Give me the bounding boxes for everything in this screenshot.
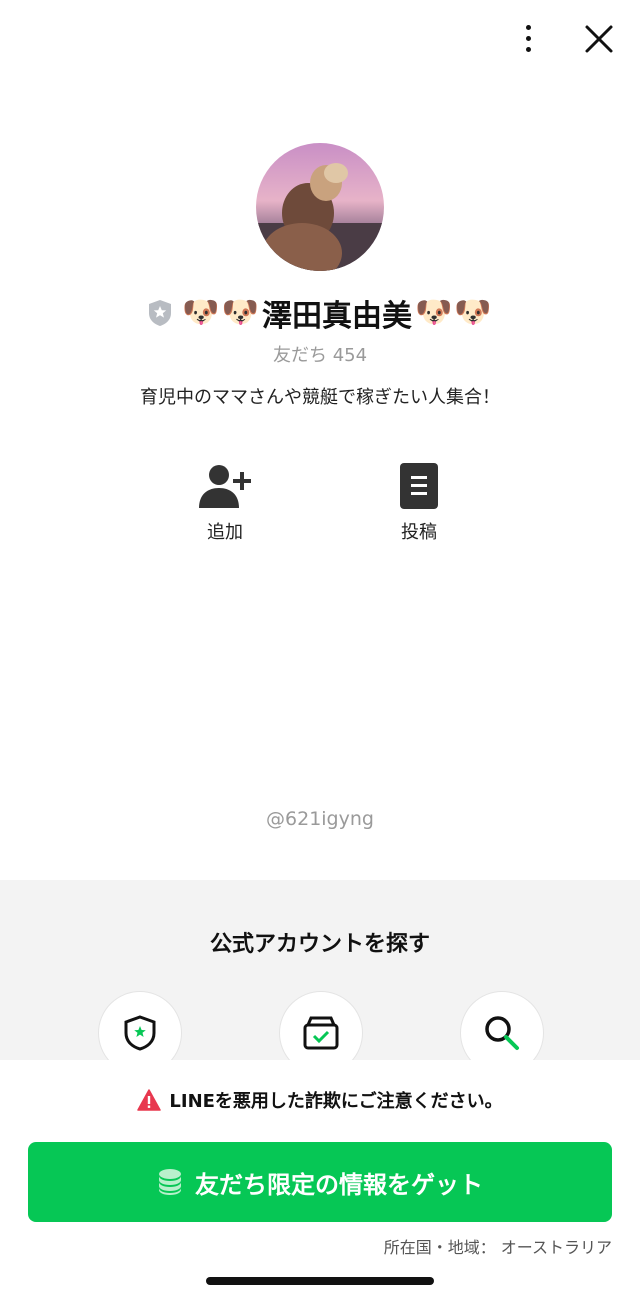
friends-label: 友だち — [272, 345, 327, 366]
dog-emoji: 🐶 — [415, 295, 453, 330]
dog-emoji: 🐶 — [221, 295, 259, 330]
warning-triangle-icon — [137, 1089, 162, 1111]
post-button[interactable]: 投稿 — [359, 462, 479, 544]
close-button[interactable] — [578, 18, 620, 60]
friends-number: 454 — [332, 345, 368, 366]
post-label: 投稿 — [401, 522, 437, 543]
home-indicator[interactable] — [206, 1277, 434, 1285]
add-friend-button[interactable]: 追加 — [165, 462, 285, 544]
search-icon — [485, 1016, 519, 1050]
box-check-icon — [303, 1016, 339, 1050]
warning-text: LINEを悪用した詐欺にご注意ください。 — [169, 1091, 503, 1112]
fraud-warning[interactable]: LINEを悪用した詐欺にご注意ください。 — [0, 1087, 640, 1113]
location-label: 所在国・地域： — [383, 1238, 496, 1257]
profile-name: 澤田真由美 — [262, 299, 412, 334]
more-vertical-icon — [525, 24, 531, 30]
avatar[interactable] — [256, 143, 384, 271]
dog-emoji: 🐶 — [182, 295, 220, 330]
location-value: オーストラリア — [500, 1238, 612, 1257]
shield-star-icon — [124, 1015, 156, 1051]
line-id: @621igyng — [266, 808, 374, 830]
close-icon — [585, 25, 613, 53]
cta-label: 友だち限定の情報をゲット — [195, 1170, 483, 1199]
more-options-button[interactable] — [508, 18, 548, 58]
get-friend-info-button[interactable]: 友だち限定の情報をゲット — [28, 1142, 612, 1222]
status-message: 育児中のママさんや競艇で稼ぎたい人集合！ — [140, 387, 500, 408]
post-icon — [400, 463, 438, 509]
verified-badge-icon — [149, 300, 172, 326]
profile-name-row: 🐶 🐶 澤田真由美 🐶 🐶 — [0, 290, 640, 336]
coins-icon — [159, 1169, 181, 1195]
friends-count: 友だち 454 — [0, 341, 640, 367]
location: 所在国・地域： オーストラリア — [384, 1234, 612, 1258]
find-accounts-title: 公式アカウントを探す — [209, 932, 430, 957]
add-friend-label: 追加 — [207, 522, 243, 543]
dog-emoji: 🐶 — [454, 295, 492, 330]
add-friend-icon — [199, 465, 251, 508]
